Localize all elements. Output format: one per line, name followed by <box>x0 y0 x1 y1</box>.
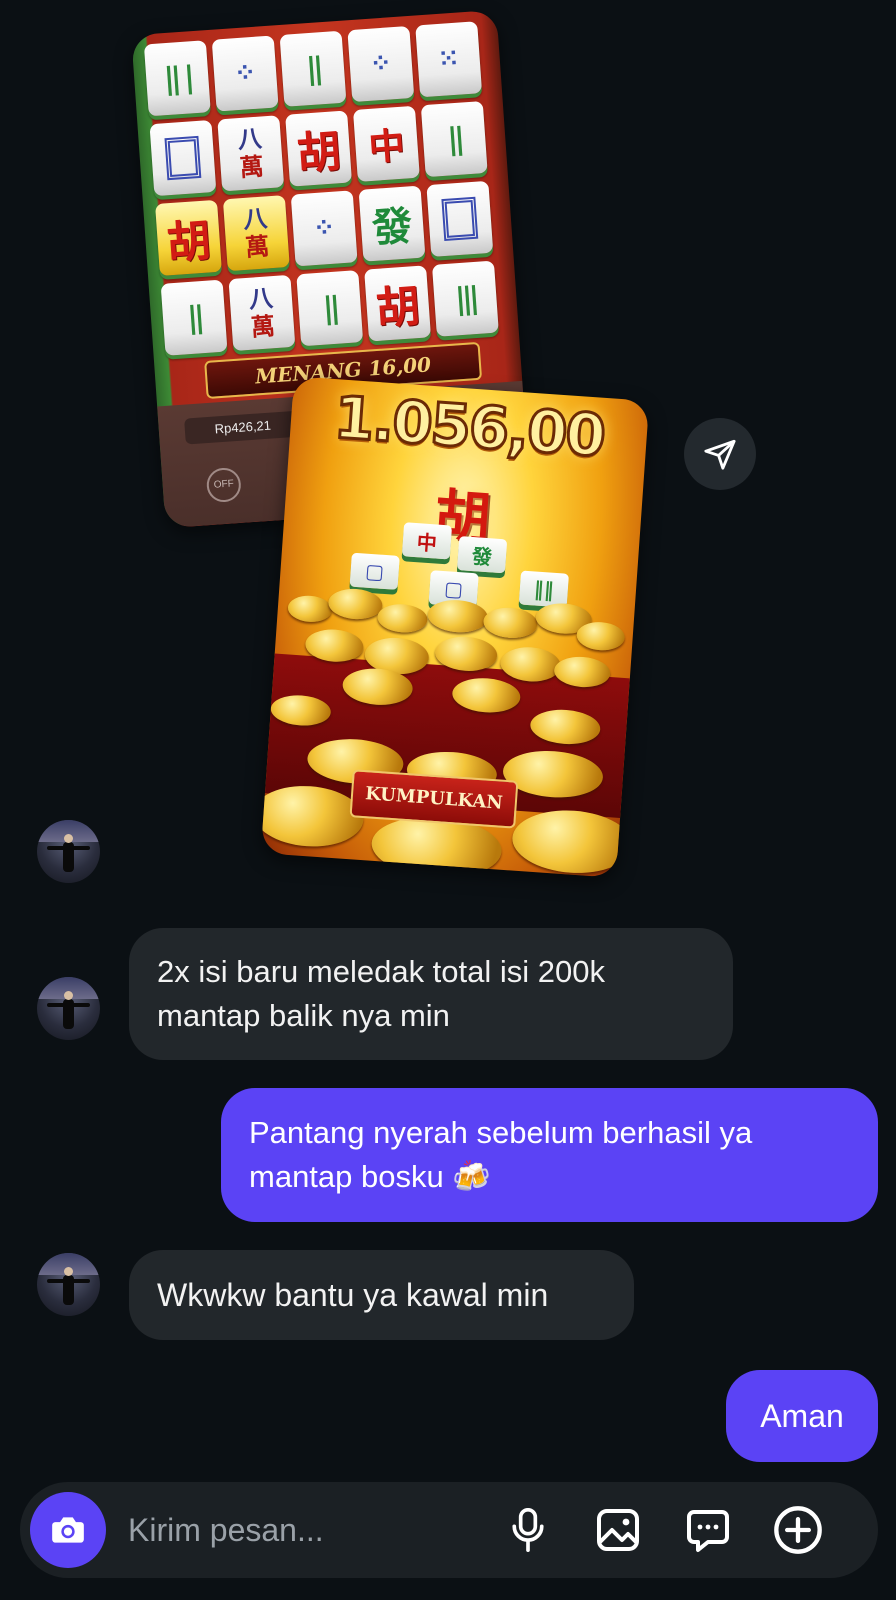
hu-tile: 胡 <box>364 265 432 342</box>
eight-character-tile: 八萬 <box>217 115 285 192</box>
dots-tile: ⁘ <box>347 25 415 103</box>
image-icon <box>597 1509 639 1551</box>
message-composer: Kirim pesan... <box>20 1482 878 1578</box>
bamboo-tile: || <box>160 279 228 356</box>
white-dragon-tile <box>426 180 494 257</box>
outgoing-message[interactable]: Aman <box>726 1370 878 1462</box>
bamboo-tile: ‖‖ <box>518 570 569 608</box>
message-input[interactable]: Kirim pesan... <box>128 1482 324 1578</box>
add-button[interactable] <box>772 1504 824 1556</box>
bamboo-tile: || <box>279 30 347 107</box>
red-dragon-tile: 中 <box>401 522 453 560</box>
avatar[interactable] <box>37 1253 100 1316</box>
bamboo-tile: ||| <box>431 260 499 337</box>
dots-tile: ⁘ <box>290 190 358 267</box>
dots-tile: ⁙ <box>415 21 483 98</box>
camera-button[interactable] <box>30 1492 106 1568</box>
hu-gold-tile: 胡 <box>155 199 222 276</box>
avatar[interactable] <box>37 977 100 1040</box>
message-text: Pantang nyerah sebelum berhasil ya manta… <box>249 1115 753 1194</box>
incoming-message[interactable]: Wkwkw bantu ya kawal min <box>129 1250 634 1340</box>
camera-icon <box>52 1517 84 1543</box>
paper-plane-icon <box>704 439 736 470</box>
bamboo-tile: || <box>420 101 488 178</box>
plus-icon <box>774 1506 822 1554</box>
eight-character-tile: 八萬 <box>228 274 296 352</box>
white-dragon-tile <box>149 119 217 197</box>
bamboo-tile: || | <box>143 40 211 117</box>
dots-tile: ⁘ <box>211 35 279 112</box>
message-text: Wkwkw bantu ya kawal min <box>157 1277 549 1313</box>
sticker-message-icon <box>687 1510 729 1552</box>
gallery-button[interactable] <box>592 1504 644 1556</box>
balance-display: Rp426,21 <box>184 410 302 445</box>
red-dragon-tile: 中 <box>352 105 420 182</box>
big-win-image[interactable]: 1.056,00 胡 中 發 ▢ ▢ ‖‖ KUMPULKAN <box>260 376 650 878</box>
white-dragon-tile: ▢ <box>349 552 400 590</box>
avatar[interactable] <box>37 820 100 883</box>
eight-character-gold-tile: 八萬 <box>222 195 290 272</box>
turbo-off-icon: OFF <box>205 466 242 504</box>
tile-grid: || | ⁘ || ⁘ ⁙ 八萬 胡 中 || 胡 八萬 ⁘ 發 || 八萬 |… <box>143 17 507 356</box>
microphone-button[interactable] <box>502 1504 554 1556</box>
sticker-button[interactable] <box>682 1504 734 1556</box>
microphone-icon <box>512 1508 544 1552</box>
hu-tile: 胡 <box>285 110 353 187</box>
green-dragon-tile: 發 <box>358 185 426 262</box>
incoming-message[interactable]: 2x isi baru meledak total isi 200k manta… <box>129 928 733 1060</box>
gold-coin-pile: 中 發 ▢ ▢ ‖‖ <box>260 522 638 878</box>
bamboo-tile: || <box>296 270 364 347</box>
share-button[interactable] <box>684 418 756 490</box>
outgoing-message[interactable]: Pantang nyerah sebelum berhasil ya manta… <box>221 1088 878 1222</box>
win-amount: 1.056,00 <box>330 382 607 472</box>
green-dragon-tile: 發 <box>456 536 508 574</box>
message-text: 2x isi baru meledak total isi 200k manta… <box>157 954 606 1033</box>
message-text: Aman <box>760 1398 844 1434</box>
